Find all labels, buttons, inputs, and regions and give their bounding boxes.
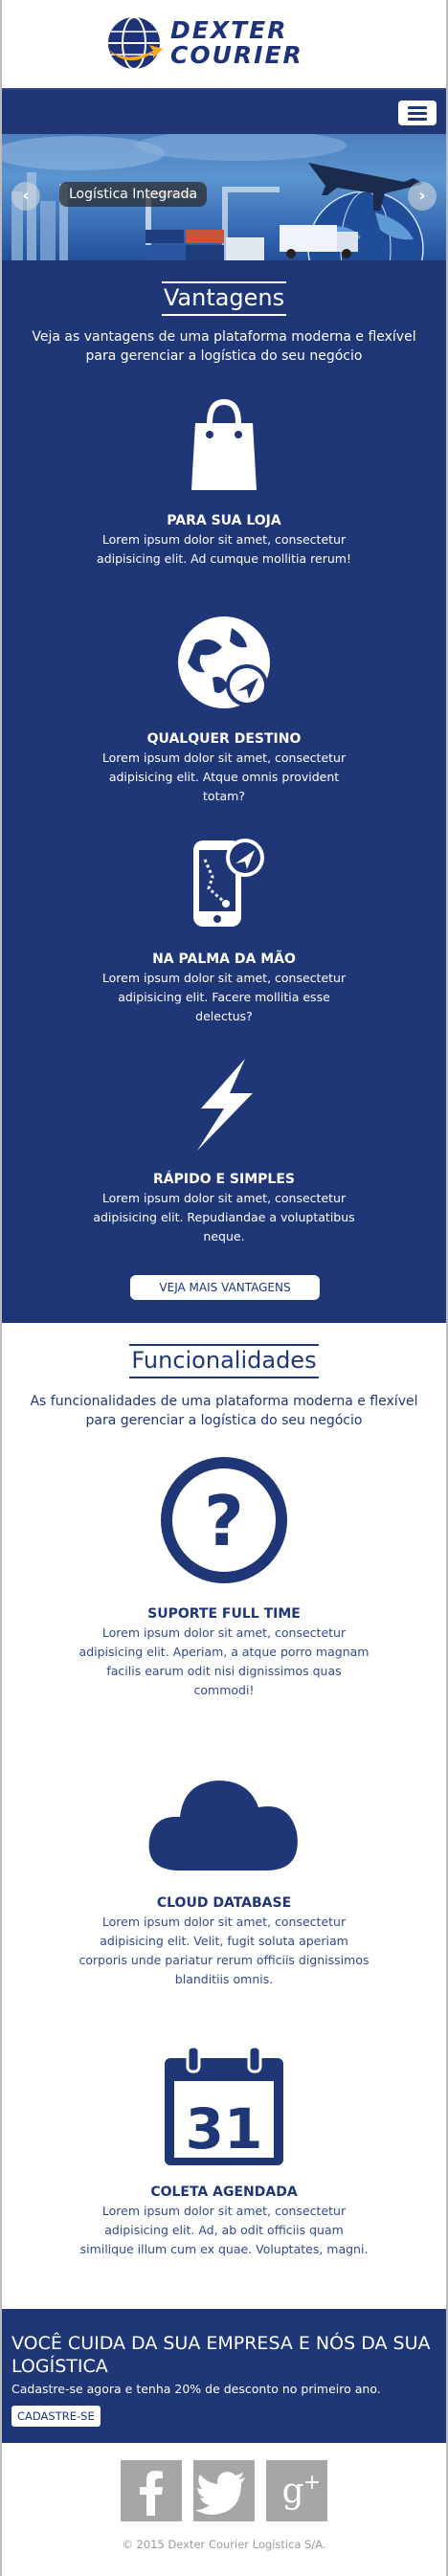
carousel-prev-icon[interactable]: ‹: [11, 182, 40, 211]
navbar: [2, 88, 446, 134]
globe-location-icon: [178, 616, 270, 708]
calendar-icon: 31: [165, 2045, 283, 2165]
brand-name: DEXTER COURIER: [170, 18, 303, 68]
twitter-icon[interactable]: [193, 2460, 255, 2521]
feature-text: Lorem ipsum dolor sit amet, consectetur …: [78, 1915, 370, 1986]
footer: g + © 2015 Dexter Courier Logística S/A.: [2, 2443, 446, 2576]
feature-title: COLETA AGENDADA: [150, 2184, 298, 2200]
hamburger-menu-icon[interactable]: [398, 101, 437, 125]
feature-text: Lorem ipsum dolor sit amet, consectetur …: [79, 2204, 369, 2256]
vantagens-subtitle: Veja as vantagens de uma plataforma mode…: [32, 329, 416, 364]
copyright: © 2015 Dexter Courier Logística S/A.: [122, 2538, 326, 2551]
feature-text: Lorem ipsum dolor sit amet, consectetur …: [78, 1625, 370, 1697]
calendar-day: 31: [186, 2096, 263, 2162]
cadastre-se-button[interactable]: CADASTRE-SE: [11, 2406, 101, 2427]
shopping-bag-icon: [191, 398, 257, 490]
carousel-caption: Logística Integrada: [59, 182, 208, 207]
funcionalidades-subtitle: As funcionalidades de uma plataforma mod…: [30, 1394, 418, 1428]
svg-text:g: g: [281, 2472, 303, 2511]
cta-title: VOCÊ CUIDA DA SUA EMPRESA E NÓS DA SUA L…: [11, 2333, 431, 2377]
question-circle-icon: ?: [161, 1457, 287, 1583]
brand-line2: COURIER: [170, 41, 303, 69]
brand-line1: DEXTER: [170, 16, 288, 44]
feature-title: CLOUD DATABASE: [156, 1895, 292, 1911]
vantagens-title: Vantagens: [2, 281, 446, 316]
globe-logo-icon: [107, 16, 163, 70]
hero-carousel[interactable]: Logística Integrada ‹ ›: [2, 134, 446, 260]
feature-title: PARA SUA LOJA: [167, 513, 281, 528]
hamburger-bar: [408, 117, 427, 121]
hamburger-bar: [408, 105, 427, 109]
feature-title: QUALQUER DESTINO: [146, 731, 302, 747]
vantagens-section: Vantagens Veja as vantagens de uma plata…: [2, 260, 446, 1323]
funcionalidades-title: Funcionalidades: [2, 1344, 446, 1378]
cloud-icon: [148, 1781, 298, 1870]
feature-title: SUPORTE FULL TIME: [147, 1606, 301, 1622]
veja-mais-vantagens-button[interactable]: VEJA MAIS VANTAGENS: [130, 1275, 320, 1300]
google-plus-icon[interactable]: g +: [266, 2460, 327, 2521]
feature-text: Lorem ipsum dolor sit amet, consectetur …: [93, 1191, 355, 1243]
svg-text:+: +: [303, 2471, 321, 2495]
feature-text: Lorem ipsum dolor sit amet, consectetur …: [101, 971, 347, 1023]
feature-title: NA PALMA DA MÃO: [152, 952, 296, 967]
mobile-map-icon: [193, 839, 264, 927]
cta-section: VOCÊ CUIDA DA SUA EMPRESA E NÓS DA SUA L…: [2, 2309, 446, 2443]
page-frame: DEXTER COURIER Logística Integrada ‹ › V…: [0, 0, 448, 2576]
cta-text: Cadastre-se agora e tenha 20% de descont…: [11, 2382, 381, 2396]
funcionalidades-section: Funcionalidades As funcionalidades de um…: [2, 1323, 446, 2309]
svg-text:?: ?: [204, 1481, 244, 1561]
carousel-next-icon[interactable]: ›: [408, 182, 437, 211]
feature-title: RÁPIDO E SIMPLES: [153, 1172, 295, 1187]
feature-text: Lorem ipsum dolor sit amet, consectetur …: [101, 750, 347, 803]
hamburger-bar: [408, 111, 427, 115]
logo[interactable]: DEXTER COURIER: [105, 11, 354, 75]
facebook-icon[interactable]: [121, 2460, 182, 2521]
site-header: DEXTER COURIER: [2, 0, 446, 88]
lightning-icon: [197, 1059, 253, 1151]
feature-text: Lorem ipsum dolor sit amet, consectetur …: [97, 532, 351, 566]
